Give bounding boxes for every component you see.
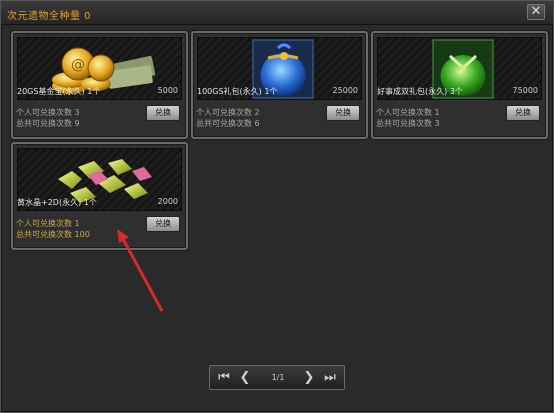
item-card-2: 100GS礼包(永久) 1个 25000 个人可兑换次数 2 总共可兑换次数 6…: [191, 31, 368, 139]
item-name: 黄水晶+2D(永久) 1个: [17, 198, 97, 207]
item-price: 5000: [157, 86, 178, 95]
exchange-window: 次元遗物全种量 0 ✕ @ 20GS基金宝(永久) 1个 5000 个人可兑换次…: [0, 0, 554, 413]
redeem-button[interactable]: 兑换: [506, 105, 540, 121]
total-limit: 总共可兑换次数 100: [16, 230, 90, 239]
redeem-button[interactable]: 兑换: [326, 105, 360, 121]
item-card-1: @ 20GS基金宝(永久) 1个 5000 个人可兑换次数 3 总共可兑换次数 …: [11, 31, 188, 139]
personal-limit: 个人可兑换次数 3: [16, 108, 80, 117]
item-name: 100GS礼包(永久) 1个: [197, 87, 278, 96]
first-page-icon[interactable]: ⏮: [216, 369, 232, 386]
item-name: 20GS基金宝(永久) 1个: [17, 87, 101, 96]
svg-text:@: @: [71, 57, 85, 73]
personal-limit: 个人可兑换次数 1: [16, 219, 80, 228]
total-limit: 总共可兑换次数 9: [16, 119, 80, 128]
personal-limit: 个人可兑换次数 2: [196, 108, 260, 117]
item-name: 好事成双礼包(永久) 3个: [377, 87, 463, 96]
item-price: 75000: [512, 86, 538, 95]
total-limit: 总共可兑换次数 6: [196, 119, 260, 128]
last-page-icon[interactable]: ⏭: [322, 369, 338, 386]
pagination: ⏮ ❮ 1/1 ❯ ⏭: [209, 365, 345, 390]
title-bar: 次元遗物全种量 0 ✕: [1, 1, 553, 25]
prev-page-icon[interactable]: ❮: [236, 369, 254, 386]
item-card-4: 黄水晶+2D(永久) 1个 2000 个人可兑换次数 1 总共可兑换次数 100…: [11, 142, 188, 250]
redeem-button[interactable]: 兑换: [146, 216, 180, 232]
close-icon[interactable]: ✕: [527, 4, 545, 20]
item-price: 25000: [332, 86, 358, 95]
page-indicator: 1/1: [271, 373, 285, 382]
total-limit: 总共可兑换次数 3: [376, 119, 440, 128]
personal-limit: 个人可兑换次数 1: [376, 108, 440, 117]
next-page-icon[interactable]: ❯: [300, 369, 318, 386]
window-title: 次元遗物全种量 0: [7, 11, 92, 22]
item-price: 2000: [157, 197, 178, 206]
redeem-button[interactable]: 兑换: [146, 105, 180, 121]
item-card-3: 好事成双礼包(永久) 3个 75000 个人可兑换次数 1 总共可兑换次数 3 …: [371, 31, 548, 139]
